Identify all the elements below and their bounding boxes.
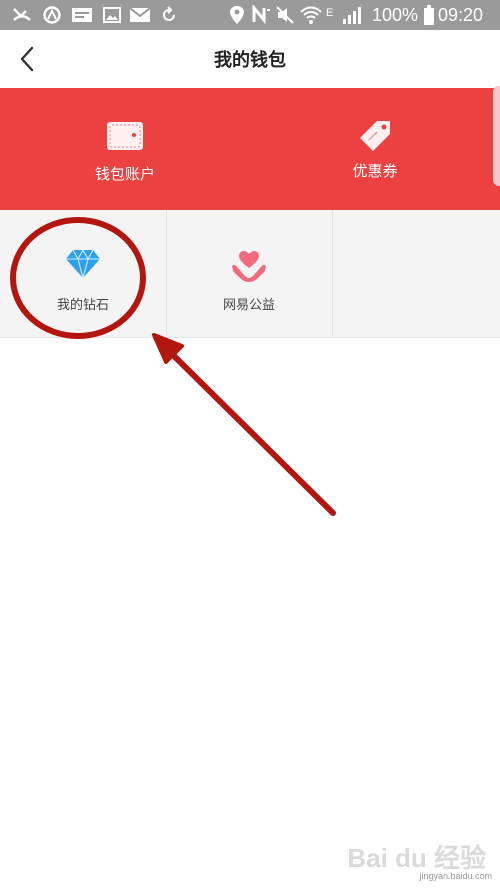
gallery-icon (100, 5, 124, 25)
mute-icon (274, 5, 296, 25)
charity-heart-icon (166, 248, 332, 284)
wallet-icon (0, 118, 250, 152)
refresh-icon (158, 5, 180, 25)
status-time: 09:20 (438, 5, 484, 25)
feature-grid: 我的钻石 网易公益 (0, 210, 500, 338)
coupon-button[interactable]: 优惠券 (250, 88, 500, 210)
my-diamonds-button[interactable]: 我的钻石 (0, 210, 167, 337)
news-icon (70, 5, 94, 25)
signal-icon (340, 5, 364, 25)
status-bar: E 100% 09:20 (0, 0, 500, 30)
battery-icon (421, 5, 437, 25)
network-type-label: E (326, 7, 334, 19)
diamond-icon (0, 248, 166, 280)
coupon-label: 优惠券 (352, 162, 398, 180)
edge-panel-handle[interactable] (493, 86, 500, 186)
wallet-account-button[interactable]: 钱包账户 (0, 88, 250, 210)
wallet-account-label: 钱包账户 (94, 165, 155, 183)
nfc-icon (250, 5, 272, 25)
netease-charity-label: 网易公益 (222, 298, 275, 313)
coupon-tag-icon (250, 118, 500, 154)
empty-grid-cell (332, 210, 500, 337)
missed-call-icon (10, 5, 34, 25)
sync-icon (40, 5, 64, 25)
my-diamonds-label: 我的钻石 (56, 298, 109, 313)
pointer-arrow (152, 333, 336, 516)
netease-charity-button[interactable]: 网易公益 (166, 210, 333, 337)
wallet-banner: 钱包账户 优惠券 (0, 88, 500, 210)
watermark-brand: Bai du 经验 (347, 843, 486, 873)
watermark-url: jingyan.baidu.com (419, 871, 492, 881)
wifi-icon (298, 5, 324, 25)
header-bar: 我的钱包 (0, 30, 500, 89)
page-title: 我的钱包 (214, 50, 286, 71)
location-icon (226, 5, 248, 25)
mail-icon (128, 5, 152, 25)
battery-percent: 100% (372, 5, 419, 25)
